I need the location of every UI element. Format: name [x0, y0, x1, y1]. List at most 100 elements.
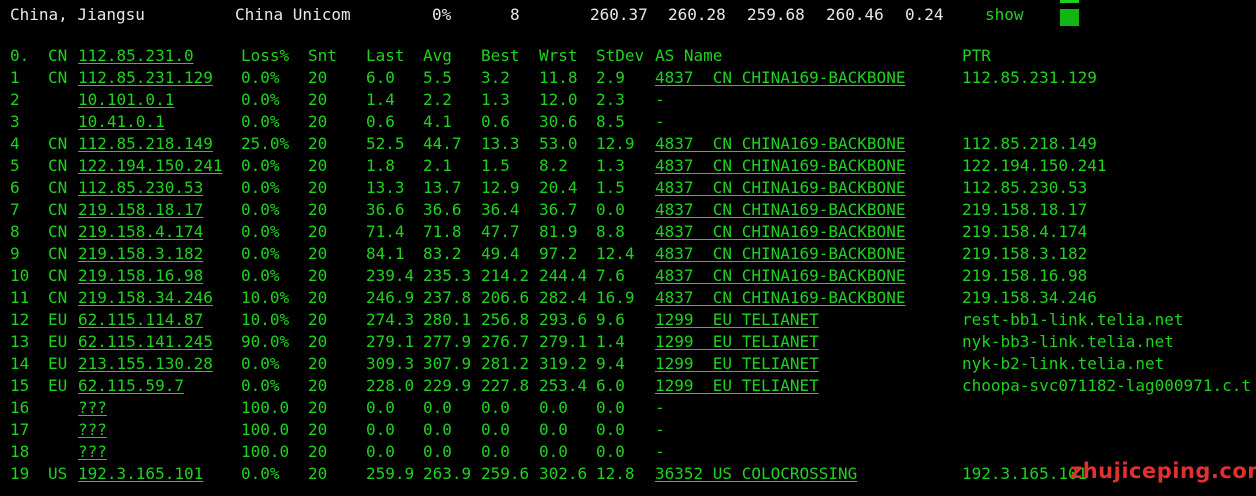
hop-ptr: 219.158.16.98 — [962, 266, 1088, 285]
hop-best: 13.3 — [481, 134, 520, 153]
hop-country: CN — [48, 244, 68, 263]
hop-as-name[interactable]: 4837 CN CHINA169-BACKBONE — [655, 177, 905, 199]
hop-sent: 20 — [308, 354, 328, 373]
hop-host-link[interactable]: 219.158.34.246 — [78, 287, 213, 309]
table-row: 18??? 100.0 20 0.0 0.0 0.0 0.0 0.0 - — [0, 441, 1256, 463]
hop-avg: 263.9 — [423, 464, 472, 483]
hop-worst: 36.7 — [539, 200, 578, 219]
hop-loss: 0.0% — [241, 244, 280, 263]
hop-worst: 11.8 — [539, 68, 578, 87]
hop-stdev: 9.6 — [596, 310, 625, 329]
hop-as-name[interactable]: 4837 CN CHINA169-BACKBONE — [655, 221, 905, 243]
table-row: 15 EU 62.115.59.7 0.0% 20 228.0 229.9 227.8 253.… — [0, 375, 1256, 397]
table-row: 16??? 100.0 20 0.0 0.0 0.0 0.0 0.0 - — [0, 397, 1256, 419]
hop-index: 5 — [10, 156, 20, 175]
hop-as-name[interactable]: 4837 CN CHINA169-BACKBONE — [655, 243, 905, 265]
hop-sent: 20 — [308, 266, 328, 285]
hop-host-link[interactable]: 62.115.114.87 — [78, 309, 203, 331]
hop-as-name[interactable]: 4837 CN CHINA169-BACKBONE — [655, 133, 905, 155]
hop-index: 14 — [10, 354, 30, 373]
hop-index: 2 — [10, 90, 20, 109]
header-last: Last — [366, 46, 405, 65]
hop-best: 259.6 — [481, 464, 530, 483]
hop-host-link[interactable]: 213.155.130.28 — [78, 353, 213, 375]
hop-index: 9 — [10, 244, 20, 263]
show-button[interactable]: show — [985, 4, 1024, 26]
hop-as-name[interactable]: 4837 CN CHINA169-BACKBONE — [655, 287, 905, 309]
hop-worst: 8.2 — [539, 156, 568, 175]
hop-host-link[interactable]: 219.158.18.17 — [78, 199, 203, 221]
table-row: 9 CN 219.158.3.182 0.0% 20 84.1 83.2 49.4 97.2 12… — [0, 243, 1256, 265]
table-row: 6 CN 112.85.230.53 0.0% 20 13.3 13.7 12.9 20.4 1.… — [0, 177, 1256, 199]
hop-host-link[interactable]: 192.3.165.101 — [78, 463, 203, 485]
hop-host-link[interactable]: 10.101.0.1 — [78, 89, 174, 111]
hop-host-link[interactable]: 219.158.16.98 — [78, 265, 203, 287]
hop-ptr: nyk-bb3-link.telia.net — [962, 332, 1174, 351]
hop-avg: 0.0 — [423, 398, 452, 417]
hop-host-link[interactable]: ??? — [78, 397, 107, 419]
summary-best: 259.68 — [747, 5, 805, 24]
hop-sent: 20 — [308, 68, 328, 87]
status-bar-indicator — [1060, 0, 1079, 3]
hop-avg: 13.7 — [423, 178, 462, 197]
hop-host-link[interactable]: 62.115.59.7 — [78, 375, 184, 397]
hop-best: 227.8 — [481, 376, 530, 395]
hop-country: CN — [48, 178, 68, 197]
table-row: 10 CN 219.158.16.98 0.0% 20 239.4 235.3 214.2 24… — [0, 265, 1256, 287]
hop-sent: 20 — [308, 112, 328, 131]
hop-as-name[interactable]: 1299 EU TELIANET — [655, 331, 819, 353]
hop-last: 71.4 — [366, 222, 405, 241]
hop-as-name[interactable]: 1299 EU TELIANET — [655, 353, 819, 375]
hop-as-name[interactable]: 4837 CN CHINA169-BACKBONE — [655, 155, 905, 177]
hop-index: 16 — [10, 398, 30, 417]
table-row: 14 EU 213.155.130.28 0.0% 20 309.3 307.9 281.2 3… — [0, 353, 1256, 375]
hop-as-name[interactable]: 4837 CN CHINA169-BACKBONE — [655, 265, 905, 287]
table-row: 17??? 100.0 20 0.0 0.0 0.0 0.0 0.0 - — [0, 419, 1256, 441]
hop-last: 6.0 — [366, 68, 395, 87]
hop-index: 11 — [10, 288, 30, 307]
table-header: 0. CN 112.85.231.0 Loss% Snt Last Avg Be… — [0, 45, 1256, 67]
hop-host-link[interactable]: 10.41.0.1 — [78, 111, 165, 133]
hop-host-link[interactable]: 219.158.4.174 — [78, 221, 203, 243]
table-row: 1 CN 112.85.231.129 0.0% 20 6.0 5.5 3.2 11.8 2.9 4… — [0, 67, 1256, 89]
hop-avg: 237.8 — [423, 288, 472, 307]
hop-host-link[interactable]: 112.85.218.149 — [78, 133, 213, 155]
summary-avg: 260.28 — [668, 5, 726, 24]
header-host[interactable]: 112.85.231.0 — [78, 45, 194, 67]
hop-as-name[interactable]: 1299 EU TELIANET — [655, 309, 819, 331]
hop-sent: 20 — [308, 332, 328, 351]
hop-host-link[interactable]: 112.85.230.53 — [78, 177, 203, 199]
hop-host-link[interactable]: 219.158.3.182 — [78, 243, 203, 265]
hop-as-name[interactable]: 4837 CN CHINA169-BACKBONE — [655, 67, 905, 89]
hop-country: EU — [48, 354, 68, 373]
hop-loss: 0.0% — [241, 68, 280, 87]
status-indicator-box[interactable] — [1060, 9, 1079, 26]
hop-worst: 282.4 — [539, 288, 588, 307]
hop-as-name[interactable]: 36352 US COLOCROSSING — [655, 463, 857, 485]
hop-index: 1 — [10, 68, 20, 87]
hop-avg: 277.9 — [423, 332, 472, 351]
hop-best: 1.3 — [481, 90, 510, 109]
hop-ptr: 112.85.230.53 — [962, 178, 1088, 197]
hop-last: 84.1 — [366, 244, 405, 263]
header-snt: Snt — [308, 46, 337, 65]
hop-host-link[interactable]: 62.115.141.245 — [78, 331, 213, 353]
hop-ptr: 219.158.34.246 — [962, 288, 1097, 307]
hop-host-link[interactable]: 122.194.150.241 — [78, 155, 223, 177]
hop-country: CN — [48, 266, 68, 285]
hop-index: 8 — [10, 222, 20, 241]
table-row: 13 EU 62.115.141.245 90.0% 20 279.1 277.9 276.7… — [0, 331, 1256, 353]
hop-avg: 307.9 — [423, 354, 472, 373]
table-row: 11 CN 219.158.34.246 10.0% 20 246.9 237.8 206.6… — [0, 287, 1256, 309]
hop-as-name[interactable]: 1299 EU TELIANET — [655, 375, 819, 397]
hop-host-link[interactable]: ??? — [78, 441, 107, 463]
hop-as-name[interactable]: 4837 CN CHINA169-BACKBONE — [655, 199, 905, 221]
hop-as-name: - — [655, 398, 665, 417]
hop-ptr: 219.158.3.182 — [962, 244, 1088, 263]
hop-host-link[interactable]: ??? — [78, 419, 107, 441]
hop-stdev: 7.6 — [596, 266, 625, 285]
hop-ptr: 192.3.165.101 — [962, 464, 1088, 483]
hop-country: CN — [48, 134, 68, 153]
hop-host-link[interactable]: 112.85.231.129 — [78, 67, 213, 89]
hop-index: 7 — [10, 200, 20, 219]
